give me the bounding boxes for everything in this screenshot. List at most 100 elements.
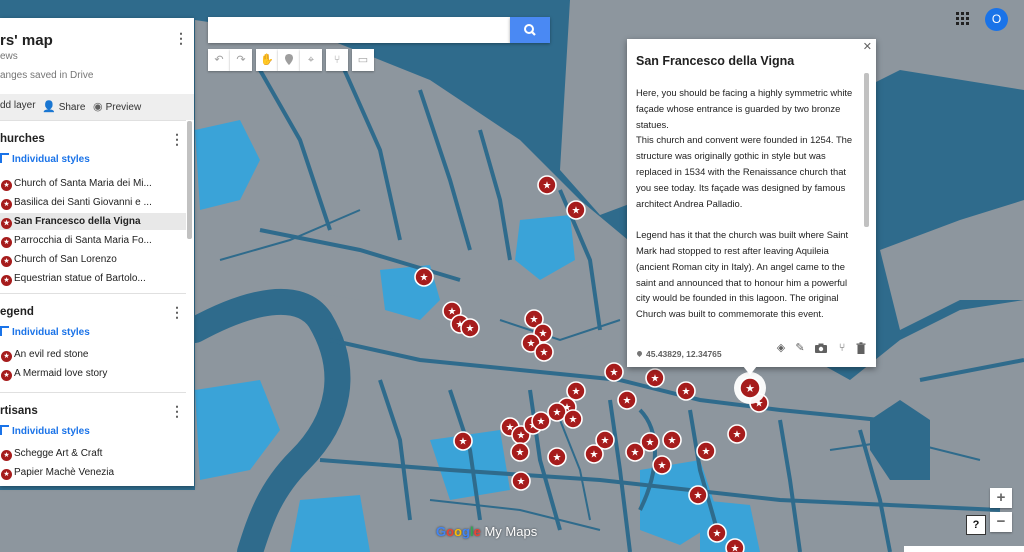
svg-text:★: ★ [553, 408, 562, 419]
map-marker[interactable]: ★ [563, 409, 583, 429]
map-marker[interactable]: ★ [727, 424, 747, 444]
feature-label: Church of San Lorenzo [14, 254, 117, 265]
layer-feature-item[interactable]: ★ Church of Santa Maria dei Mi... [0, 175, 186, 192]
svg-text:★: ★ [651, 374, 660, 385]
layer-title[interactable]: rtisans [0, 405, 38, 417]
map-marker[interactable]: ★ [707, 523, 727, 543]
svg-text:★: ★ [516, 448, 525, 459]
info-card-pointer [743, 366, 757, 375]
map-marker[interactable]: ★ [566, 200, 586, 220]
svg-text:★: ★ [682, 387, 691, 398]
map-marker[interactable]: ★ [652, 455, 672, 475]
layer-options-icon[interactable]: ⋮ [170, 402, 184, 420]
apps-grid-button[interactable] [956, 12, 970, 26]
layer-title[interactable]: hurches [0, 133, 45, 145]
search-button[interactable] [510, 17, 550, 43]
selected-map-marker[interactable]: ★ [734, 372, 766, 404]
layer-feature-item[interactable]: ★ San Francesco della Vigna [0, 213, 186, 230]
delete-button[interactable] [854, 341, 868, 355]
map-marker[interactable]: ★ [725, 538, 745, 552]
map-marker[interactable]: ★ [595, 430, 615, 450]
map-marker[interactable]: ★ [531, 411, 551, 431]
map-marker[interactable]: ★ [688, 485, 708, 505]
preview-label: Preview [105, 102, 142, 113]
measure-button[interactable]: ▭ [352, 49, 374, 71]
share-button[interactable]: 👤 Share [42, 100, 85, 113]
undo-button[interactable]: ↶ [208, 49, 230, 71]
map-marker[interactable]: ★ [566, 381, 586, 401]
map-marker[interactable]: ★ [453, 431, 473, 451]
map-views: ews [0, 51, 18, 62]
svg-text:★: ★ [466, 324, 475, 335]
zoom-out-button[interactable]: − [990, 512, 1012, 532]
layer-options-icon[interactable]: ⋮ [170, 303, 184, 321]
map-marker[interactable]: ★ [414, 267, 434, 287]
search-icon [524, 24, 536, 36]
layer-feature-item[interactable]: ★ Basilica dei Santi Giovanni e ... [0, 194, 186, 211]
feature-description: Here, you should be facing a highly symm… [636, 85, 862, 322]
style-button[interactable]: ◈ [774, 341, 788, 355]
map-marker[interactable]: ★ [640, 432, 660, 452]
search-input[interactable] [208, 17, 510, 43]
feature-label: Basilica dei Santi Giovanni e ... [14, 197, 152, 208]
add-layer-button[interactable]: dd layer [0, 100, 36, 111]
close-icon[interactable]: ✕ [863, 40, 872, 53]
feature-label: Parrocchia di Santa Maria Fo... [14, 235, 152, 246]
svg-text:★: ★ [702, 447, 711, 458]
map-bottom-strip [904, 546, 1024, 552]
layer-feature-item[interactable]: ★ A Mermaid love story [0, 365, 186, 382]
directions-button[interactable]: ⑂ [326, 49, 348, 71]
layer-style-link[interactable]: Individual styles [0, 153, 90, 165]
layer-style-link[interactable]: Individual styles [0, 425, 90, 437]
layer-feature-item[interactable]: ★ Papier Machè Venezia [0, 464, 186, 481]
panel-scrollbar[interactable] [187, 121, 192, 239]
marker-icon [285, 54, 293, 65]
svg-text:★: ★ [539, 329, 548, 340]
feature-coordinates: 45.43829, 12.34765 [635, 349, 722, 359]
map-marker[interactable]: ★ [537, 175, 557, 195]
star-marker-icon: ★ [1, 256, 12, 267]
account-avatar[interactable]: O [985, 8, 1008, 31]
map-marker[interactable]: ★ [662, 430, 682, 450]
add-photo-button[interactable] [814, 341, 828, 355]
layer-feature-item[interactable]: ★ An evil red stone [0, 346, 186, 363]
layer-title[interactable]: egend [0, 306, 34, 318]
layer-feature-item[interactable]: ★ Church of San Lorenzo [0, 251, 186, 268]
layers-panel: rs' map ⋮ ews anges saved in Drive dd la… [0, 18, 194, 486]
map-marker[interactable]: ★ [617, 390, 637, 410]
edit-button[interactable]: ✎ [793, 341, 807, 355]
map-marker[interactable]: ★ [645, 368, 665, 388]
layer-options-icon[interactable]: ⋮ [170, 130, 184, 148]
draw-line-icon: ⌖ [307, 54, 315, 66]
svg-text:★: ★ [694, 491, 703, 502]
map-marker[interactable]: ★ [510, 442, 530, 462]
map-marker[interactable]: ★ [547, 447, 567, 467]
draw-line-button[interactable]: ⌖ [300, 49, 322, 71]
preview-button[interactable]: ◉ Preview [93, 100, 141, 113]
add-marker-button[interactable] [278, 49, 300, 71]
svg-text:★: ★ [733, 430, 742, 441]
help-button[interactable]: ? [966, 515, 986, 535]
svg-text:★: ★ [569, 415, 578, 426]
map-marker[interactable]: ★ [534, 342, 554, 362]
map-marker[interactable]: ★ [460, 318, 480, 338]
layer-feature-item[interactable]: ★ Equestrian statue of Bartolo... [0, 270, 186, 287]
layer-feature-item[interactable]: ★ Parrocchia di Santa Maria Fo... [0, 232, 186, 249]
map-marker[interactable]: ★ [676, 381, 696, 401]
description-paragraph: Legend has it that the church was built … [636, 229, 849, 320]
zoom-in-button[interactable]: + [990, 488, 1012, 508]
map-title[interactable]: rs' map [0, 32, 53, 49]
star-marker-icon: ★ [1, 199, 12, 210]
map-options-icon[interactable]: ⋮ [174, 29, 188, 47]
redo-button[interactable]: ↷ [230, 49, 252, 71]
share-label: Share [58, 102, 86, 113]
map-marker[interactable]: ★ [696, 441, 716, 461]
map-marker[interactable]: ★ [511, 471, 531, 491]
info-scrollbar[interactable] [864, 73, 869, 227]
svg-text:★: ★ [517, 431, 526, 442]
layer-style-link[interactable]: Individual styles [0, 326, 90, 338]
pan-tool-button[interactable]: ✋ [256, 49, 278, 71]
directions-to-button[interactable]: ⑂ [835, 341, 849, 355]
layer-feature-item[interactable]: ★ Schegge Art & Craft [0, 445, 186, 462]
map-marker[interactable]: ★ [604, 362, 624, 382]
